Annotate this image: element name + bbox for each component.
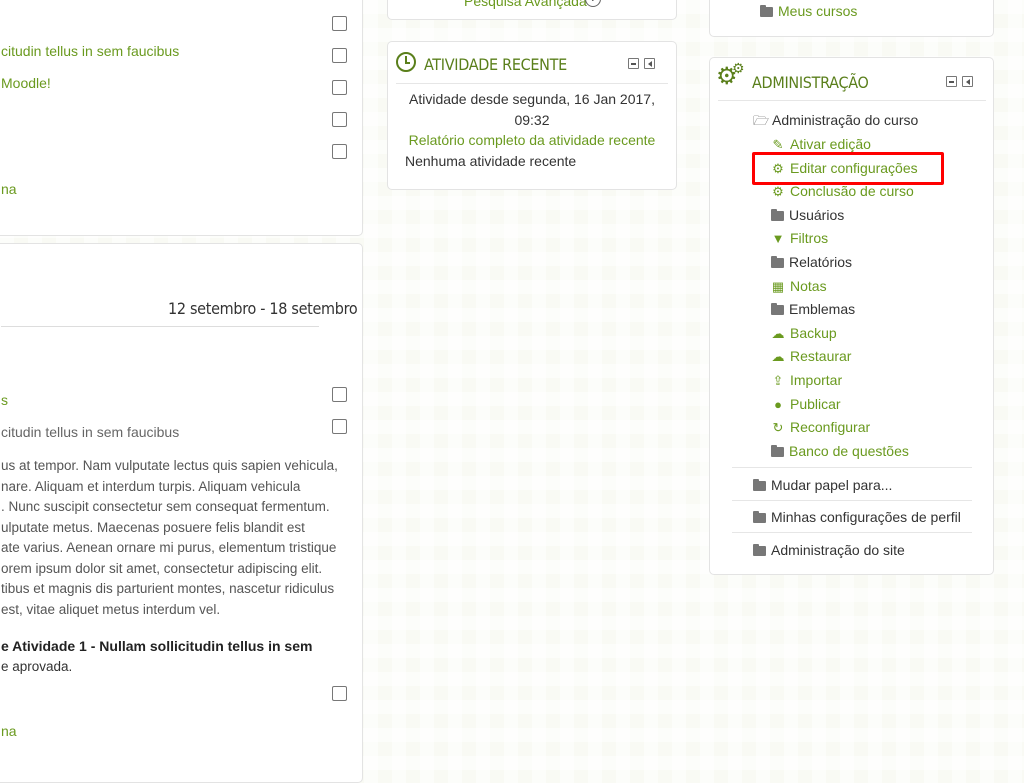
nav-my-courses[interactable]: Meus cursos bbox=[760, 3, 857, 19]
admin-item-backup[interactable]: ☁ Backup bbox=[771, 325, 837, 342]
dock-block-icon[interactable] bbox=[962, 76, 973, 87]
activity-since-text: Atividade desde segunda, 16 Jan 2017, bbox=[409, 91, 655, 107]
recent-activity-block: ATIVIDADE RECENTE Atividade desde segund… bbox=[387, 41, 677, 190]
folder-icon bbox=[760, 5, 773, 17]
profile-settings-node[interactable]: Minhas configurações de perfil bbox=[753, 509, 961, 525]
advanced-search-link[interactable]: Pesquisa Avançada bbox=[464, 0, 587, 9]
completion-checkbox[interactable] bbox=[332, 387, 347, 402]
folder-icon bbox=[753, 511, 766, 523]
completion-checkbox[interactable] bbox=[332, 686, 347, 701]
cogs-icon: ⚙ bbox=[772, 184, 784, 199]
admin-item-publish[interactable]: ● Publicar bbox=[771, 396, 841, 412]
activity-since-time: 09:32 bbox=[514, 112, 550, 128]
no-recent-activity-text: Nenhuma atividade recente bbox=[405, 153, 577, 169]
full-report-link[interactable]: Relatório completo da atividade recente bbox=[388, 132, 676, 148]
activity-link[interactable]: citudin tellus in sem faucibus bbox=[1, 43, 179, 59]
highlight-box bbox=[752, 152, 944, 185]
folder-icon bbox=[753, 544, 766, 556]
admin-item-grades[interactable]: ▦ Notas bbox=[771, 278, 827, 295]
folder-open-icon: 🗁 bbox=[753, 113, 770, 128]
refresh-icon: ↻ bbox=[772, 420, 784, 435]
search-forums-block: Pesquisa Avançada ? bbox=[387, 0, 677, 20]
pencil-icon: ✎ bbox=[772, 137, 784, 152]
folder-icon bbox=[771, 445, 784, 457]
divider bbox=[732, 467, 972, 468]
admin-item-restore[interactable]: ☁ Restaurar bbox=[771, 348, 852, 365]
upload-icon: ⇪ bbox=[772, 373, 784, 388]
cogs-icon-small: ⚙ bbox=[732, 60, 745, 76]
activity-link[interactable]: na bbox=[1, 181, 17, 197]
dock-block-icon[interactable] bbox=[644, 58, 655, 69]
navigation-block: Meus cursos bbox=[709, 0, 994, 37]
activity-link[interactable]: na bbox=[1, 723, 17, 739]
completion-checkbox[interactable] bbox=[332, 144, 347, 159]
course-week-card: 12 setembro - 18 setembro s citudin tell… bbox=[0, 243, 363, 783]
course-administration-node[interactable]: 🗁 Administração do curso bbox=[753, 112, 918, 134]
restriction-text: e Atividade 1 - Nullam sollicitudin tell… bbox=[1, 638, 313, 654]
activity-link[interactable]: s bbox=[1, 392, 8, 408]
administration-block: ⚙ ⚙ ADMINISTRAÇÃO 🗁 Administração do curs… bbox=[709, 57, 994, 575]
admin-item-edit-mode[interactable]: ✎ Ativar edição bbox=[771, 136, 871, 153]
course-topic-card-top: citudin tellus in sem faucibus Moodle! n… bbox=[0, 0, 363, 236]
folder-icon bbox=[771, 303, 784, 315]
folder-icon bbox=[753, 479, 766, 491]
cloud-upload-icon: ☁ bbox=[771, 349, 785, 364]
admin-item-course-completion[interactable]: ⚙ Conclusão de curso bbox=[771, 183, 914, 200]
help-icon[interactable]: ? bbox=[585, 0, 601, 7]
activity-link[interactable]: Moodle! bbox=[1, 75, 51, 91]
globe-icon: ● bbox=[774, 397, 782, 412]
hide-block-icon[interactable] bbox=[628, 58, 639, 69]
admin-item-question-bank[interactable]: Banco de questões bbox=[771, 443, 909, 459]
recent-activity-title: ATIVIDADE RECENTE bbox=[424, 55, 567, 74]
completion-checkbox[interactable] bbox=[332, 80, 347, 95]
folder-icon bbox=[771, 256, 784, 268]
switch-role-node[interactable]: Mudar papel para... bbox=[753, 477, 892, 493]
restriction-text-2: e aprovada. bbox=[1, 659, 73, 674]
block-divider bbox=[718, 100, 986, 101]
clock-icon bbox=[396, 52, 416, 72]
administration-title: ADMINISTRAÇÃO bbox=[752, 73, 869, 92]
admin-item-reports[interactable]: Relatórios bbox=[771, 254, 852, 270]
block-divider bbox=[396, 83, 668, 84]
admin-item-import[interactable]: ⇪ Importar bbox=[771, 372, 843, 389]
completion-checkbox[interactable] bbox=[332, 48, 347, 63]
week-title-divider bbox=[1, 326, 319, 327]
filter-icon: ▼ bbox=[771, 231, 785, 246]
divider bbox=[732, 532, 972, 533]
admin-item-filters[interactable]: ▼ Filtros bbox=[771, 230, 829, 246]
divider bbox=[732, 500, 972, 501]
completion-checkbox[interactable] bbox=[332, 16, 347, 31]
completion-checkbox[interactable] bbox=[332, 112, 347, 127]
site-administration-node[interactable]: Administração do site bbox=[753, 542, 905, 558]
cloud-upload-icon: ☁ bbox=[771, 326, 785, 341]
admin-item-reset[interactable]: ↻ Reconfigurar bbox=[771, 419, 871, 436]
admin-item-users[interactable]: Usuários bbox=[771, 207, 844, 223]
week-title: 12 setembro - 18 setembro bbox=[168, 299, 358, 318]
admin-item-badges[interactable]: Emblemas bbox=[771, 301, 855, 317]
table-icon: ▦ bbox=[771, 279, 785, 294]
completion-checkbox[interactable] bbox=[332, 419, 347, 434]
folder-icon bbox=[771, 209, 784, 221]
hide-block-icon[interactable] bbox=[946, 76, 957, 87]
activity-label: citudin tellus in sem faucibus bbox=[1, 424, 180, 440]
